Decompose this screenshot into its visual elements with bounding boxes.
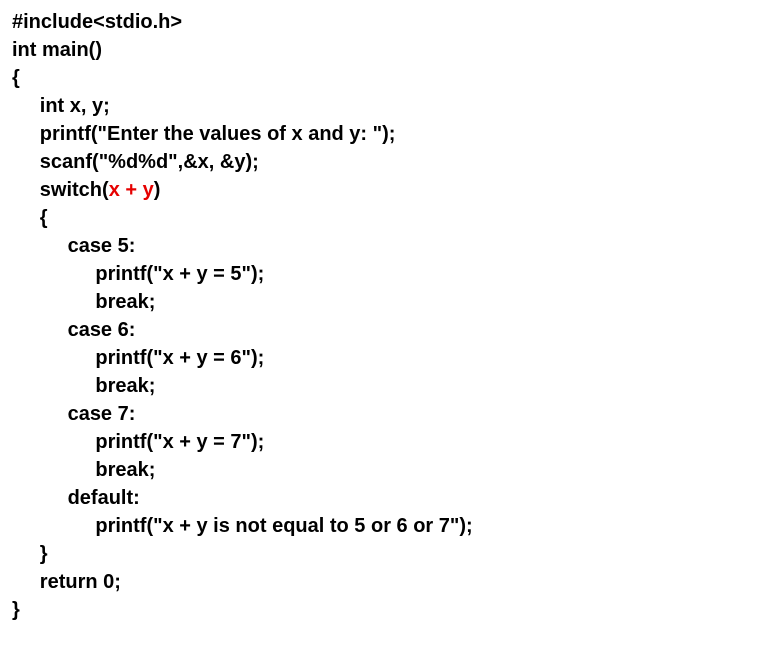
switch-suffix: ): [154, 179, 161, 201]
code-line: printf("Enter the values of x and y: ");: [12, 120, 750, 148]
code-line: {: [12, 204, 750, 232]
code-line: break;: [12, 456, 750, 484]
code-line: case 5:: [12, 232, 750, 260]
switch-prefix: switch(: [12, 179, 109, 201]
code-line: case 7:: [12, 400, 750, 428]
switch-expression-highlight: x + y: [109, 179, 154, 201]
code-line: printf("x + y is not equal to 5 or 6 or …: [12, 512, 750, 540]
code-block: #include<stdio.h> int main() { int x, y;…: [12, 8, 750, 624]
code-line: }: [12, 596, 750, 624]
code-line: return 0;: [12, 568, 750, 596]
code-line: break;: [12, 288, 750, 316]
code-line: {: [12, 64, 750, 92]
code-line: }: [12, 540, 750, 568]
code-line: int x, y;: [12, 92, 750, 120]
code-line: switch(x + y): [12, 176, 750, 204]
code-line: break;: [12, 372, 750, 400]
code-line: printf("x + y = 5");: [12, 260, 750, 288]
code-line: printf("x + y = 6");: [12, 344, 750, 372]
code-line: printf("x + y = 7");: [12, 428, 750, 456]
code-line: int main(): [12, 36, 750, 64]
code-line: default:: [12, 484, 750, 512]
code-line: #include<stdio.h>: [12, 8, 750, 36]
code-line: case 6:: [12, 316, 750, 344]
code-line: scanf("%d%d",&x, &y);: [12, 148, 750, 176]
